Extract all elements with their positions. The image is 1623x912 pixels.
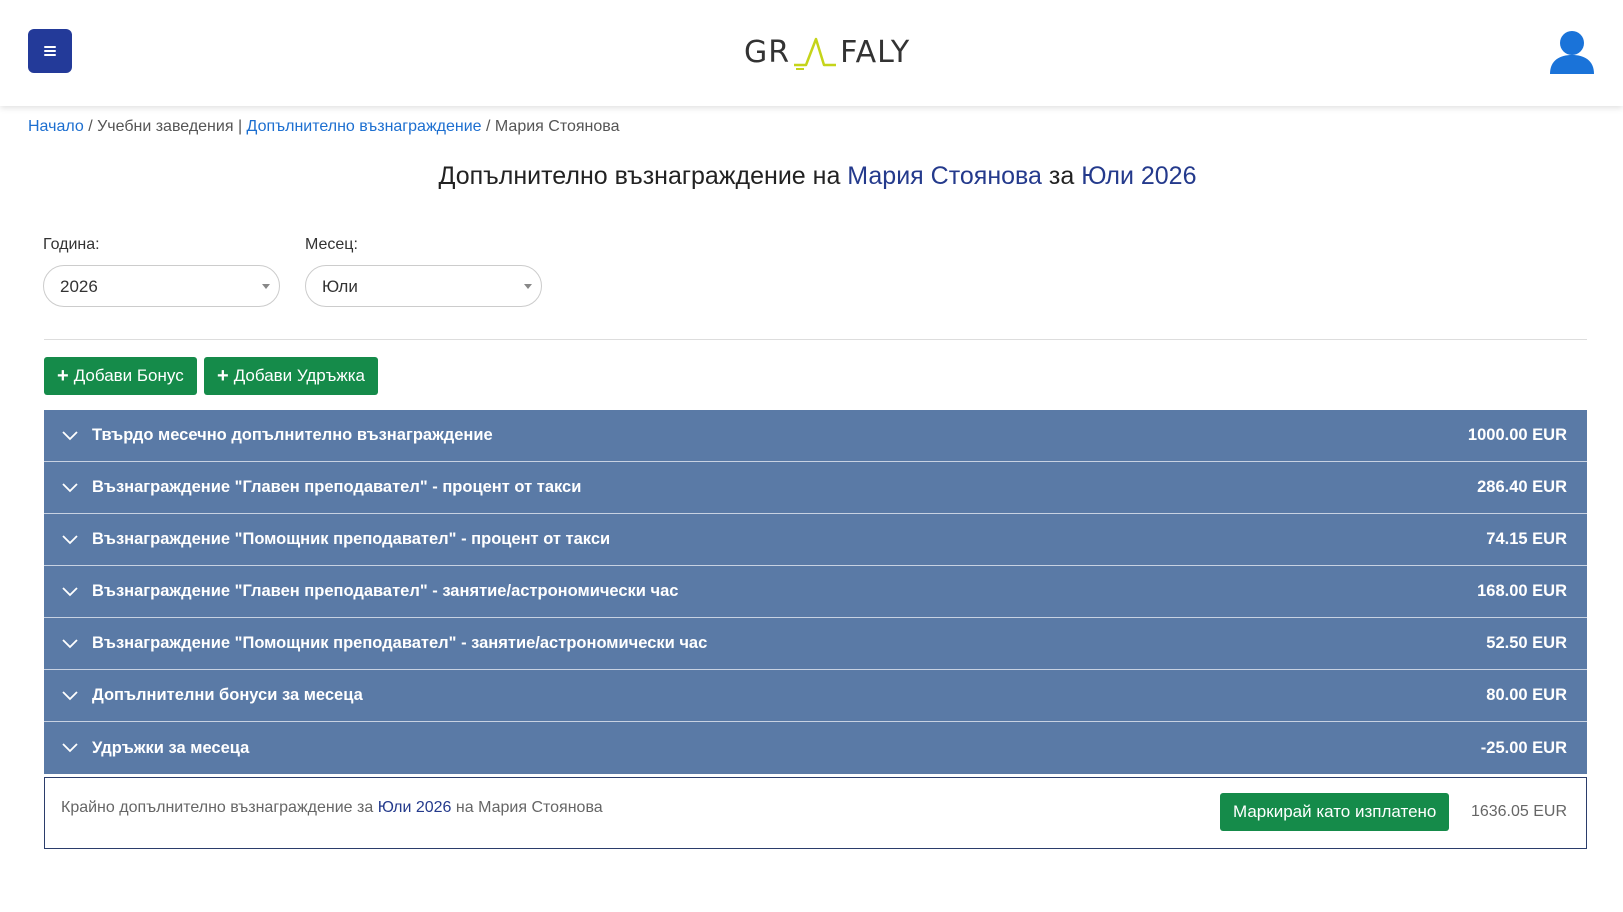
accordion-row-amount: 74.15 EUR <box>1486 530 1567 548</box>
chevron-down-icon <box>62 534 78 544</box>
chevron-down-icon <box>62 430 78 440</box>
accordion-row[interactable]: Възнаграждение "Главен преподавател" - п… <box>44 462 1587 514</box>
menu-button[interactable] <box>28 29 72 73</box>
logo-wave-icon <box>794 37 837 70</box>
breadcrumb-bonus-link[interactable]: Допълнително възнаграждение <box>247 118 482 135</box>
add-bonus-button[interactable]: + Добави Бонус <box>44 357 197 395</box>
chevron-down-icon <box>62 743 78 753</box>
total-prefix: Крайно допълнително възнаграждение за <box>61 799 374 816</box>
total-label: Крайно допълнително възнаграждение за Юл… <box>61 799 603 817</box>
app-logo[interactable]: GR FALY <box>744 32 910 72</box>
month-select[interactable]: Юли <box>305 265 542 307</box>
accordion-row[interactable]: Възнаграждение "Помощник преподавател" -… <box>44 514 1587 566</box>
breadcrumb-separator: / <box>88 118 93 135</box>
logo-text-left: GR <box>744 34 791 70</box>
month-label: Месец: <box>305 236 358 253</box>
dropdown-caret-icon <box>524 284 532 289</box>
accordion-row-amount: 168.00 EUR <box>1477 582 1567 600</box>
chevron-down-icon <box>62 586 78 596</box>
plus-icon: + <box>217 365 229 387</box>
title-middle: за <box>1048 162 1075 190</box>
accordion-row-amount: 80.00 EUR <box>1486 686 1567 704</box>
total-middle: на <box>455 799 474 816</box>
breadcrumb-separator: | <box>237 118 243 135</box>
accordion-row-title: Удръжки за месеца <box>92 738 250 757</box>
accordion-row[interactable]: Твърдо месечно допълнително възнагражден… <box>44 410 1587 462</box>
total-person: Мария Стоянова <box>478 799 603 816</box>
breadcrumb-separator: / <box>486 118 491 135</box>
accordion-row-title: Твърдо месечно допълнително възнагражден… <box>92 426 493 444</box>
year-select-value: 2026 <box>60 277 98 296</box>
breadcrumb-schools: Учебни заведения <box>97 118 234 135</box>
accordion-row-title: Възнаграждение "Главен преподавател" - з… <box>92 582 679 600</box>
add-deduction-button[interactable]: + Добави Удръжка <box>204 357 379 395</box>
chevron-down-icon <box>62 482 78 492</box>
accordion-row-title: Възнаграждение "Помощник преподавател" -… <box>92 634 708 652</box>
chevron-down-icon <box>62 690 78 700</box>
compensation-accordion: Твърдо месечно допълнително възнагражден… <box>44 410 1587 774</box>
user-avatar-icon[interactable] <box>1548 28 1596 76</box>
logo-text-right: FALY <box>840 34 911 70</box>
title-prefix: Допълнително възнаграждение на <box>438 162 841 190</box>
add-deduction-label: Добави Удръжка <box>233 366 366 385</box>
mark-as-paid-button[interactable]: Маркирай като изплатено <box>1220 793 1450 831</box>
breadcrumb-current-person: Мария Стоянова <box>494 118 620 135</box>
breadcrumb-home-link[interactable]: Начало <box>28 118 84 135</box>
title-period: Юли 2026 <box>1081 162 1197 190</box>
total-summary: Крайно допълнително възнаграждение за Юл… <box>44 777 1587 849</box>
plus-icon: + <box>57 365 69 387</box>
top-navbar: GR FALY <box>0 0 1623 106</box>
accordion-row-title: Допълнителни бонуси за месеца <box>92 686 363 704</box>
accordion-row[interactable]: Допълнителни бонуси за месеца 80.00 EUR <box>44 670 1587 722</box>
divider <box>44 339 1587 340</box>
accordion-row-title: Възнаграждение "Помощник преподавател" -… <box>92 530 611 548</box>
year-label: Година: <box>43 236 100 253</box>
hamburger-icon <box>44 44 56 58</box>
month-select-value: Юли <box>322 277 358 296</box>
total-amount: 1636.05 EUR <box>1470 803 1567 820</box>
chevron-down-icon <box>62 638 78 648</box>
add-bonus-label: Добави Бонус <box>73 366 184 385</box>
breadcrumb: Начало / Учебни заведения | Допълнително… <box>28 118 619 136</box>
dropdown-caret-icon <box>262 284 270 289</box>
accordion-row-amount: 286.40 EUR <box>1477 478 1567 496</box>
accordion-row[interactable]: Възнаграждение "Главен преподавател" - з… <box>44 566 1587 618</box>
accordion-row-amount: 1000.00 EUR <box>1467 426 1567 444</box>
accordion-row-title: Възнаграждение "Главен преподавател" - п… <box>92 478 582 496</box>
page-title: Допълнително възнаграждение на Мария Сто… <box>0 162 1623 191</box>
accordion-row-amount: -25.00 EUR <box>1480 738 1567 757</box>
title-person: Мария Стоянова <box>847 162 1042 190</box>
accordion-row-amount: 52.50 EUR <box>1486 634 1567 652</box>
total-period: Юли 2026 <box>377 799 452 816</box>
year-select[interactable]: 2026 <box>43 265 280 307</box>
accordion-row[interactable]: Удръжки за месеца -25.00 EUR <box>44 722 1587 774</box>
accordion-row[interactable]: Възнаграждение "Помощник преподавател" -… <box>44 618 1587 670</box>
